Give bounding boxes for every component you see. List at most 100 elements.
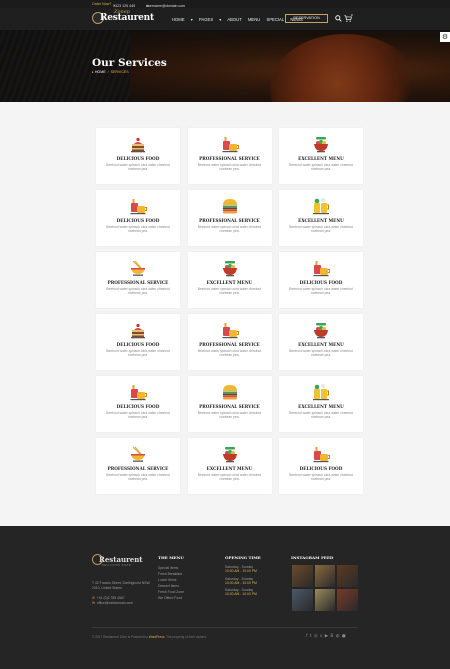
nav-item-pages[interactable]: PAGES ▾ [199, 17, 221, 22]
cart-count: 0 [351, 13, 353, 17]
service-card-description: Beetroot water spinach okra water chestn… [106, 473, 170, 482]
service-card-description: Beetroot water spinach okra water chestn… [197, 473, 262, 482]
copyright: © 2017 Restaurent Zone is Powered by Wor… [92, 635, 206, 639]
main-navigation: Restaurent Zonep HOME ▾ PAGES ▾ ABOUT ME… [0, 8, 450, 30]
service-card: DELICIOUS FOOD Beetroot water spinach okr… [96, 128, 180, 184]
breadcrumb-home-icon: ▸ [92, 70, 94, 74]
reservation-button[interactable]: RESERVATION [285, 14, 328, 23]
footer-email-text: office@webdomain.com [96, 601, 134, 606]
service-card: PROFESSIONAL SERVICE Beetroot water spina… [187, 376, 272, 432]
instagram-thumbnail[interactable] [336, 588, 359, 612]
footer-logo[interactable]: Restaurent DELICIOUS FOOD [92, 554, 143, 568]
drinks-icon [313, 447, 330, 463]
service-card-title: PROFESSIONAL SERVICE [199, 404, 260, 409]
logo-script: Zonep [114, 9, 130, 15]
service-card-title: DELICIOUS FOOD [116, 156, 160, 161]
beer-icon [313, 384, 329, 401]
footer-menu-item[interactable]: We Offerd Food [158, 595, 184, 601]
instagram-thumbnail[interactable] [291, 564, 314, 588]
beer-icon [313, 198, 329, 215]
service-card-description: Beetroot water spinach okra water chestn… [197, 411, 262, 420]
service-card: DELICIOUS FOOD Beetroot water spinach okr… [96, 190, 180, 246]
nav-item-label: HOME [172, 17, 185, 22]
nav-item-home[interactable]: HOME ▾ [172, 17, 193, 22]
nav-item-special[interactable]: SPECIAL [266, 17, 284, 22]
service-card: DELICIOUS FOOD Beetroot water spinach okr… [279, 438, 363, 494]
footer-menu-title: THE MENU [158, 555, 184, 560]
breadcrumb-separator: / [107, 70, 109, 74]
search-icon[interactable] [335, 15, 342, 22]
cake-icon [131, 323, 145, 339]
footer-logo-tagline: DELICIOUS FOOD [102, 564, 132, 567]
drinks-icon [222, 137, 239, 153]
salad-bowl-icon [314, 137, 328, 153]
phone-icon: ✆ [92, 596, 95, 600]
footer-divider [92, 627, 358, 628]
service-card-description: Beetroot water spinach okra water chestn… [197, 287, 262, 296]
footer-menu-list: Special Items Fresh Breakfast Lunch Item… [158, 565, 184, 601]
order-now-label: Order Now? [92, 2, 112, 6]
service-card-title: PROFESSIONAL SERVICE [107, 466, 169, 471]
drinks-icon [130, 199, 147, 215]
breadcrumb: ▸ HOME / SERVICES [92, 70, 129, 74]
service-card: PROFESSIONAL SERVICE Beetroot water spina… [187, 190, 272, 246]
footer-hours: Saturday - Sunday 10:00 AM - 10:00 PM Sa… [225, 565, 257, 597]
service-card-title: EXCELLENT MENU [298, 404, 344, 409]
service-card: PROFESSIONAL SERVICE Beetroot water spina… [96, 252, 180, 308]
top-bar: Order Now? ✆ +123 125 445 ✉ username@domai… [0, 0, 450, 8]
footer-hours-title: OPENING TIME [225, 555, 261, 560]
service-card-description: Beetroot water spinach okra water chestn… [197, 163, 262, 172]
service-card-description: Beetroot water spinach okra water chestn… [106, 163, 170, 172]
instagram-thumbnail[interactable] [336, 564, 359, 588]
hours-time: 10:00 AM - 10:00 PM [225, 592, 257, 597]
service-card: EXCELLENT MENU Beetroot water spinach okr… [279, 190, 363, 246]
service-card-title: DELICIOUS FOOD [116, 218, 160, 223]
service-card-description: Beetroot water spinach okra water chestn… [289, 225, 353, 234]
service-card: EXCELLENT MENU Beetroot water spinach okr… [279, 376, 363, 432]
copyright-tail: . The property of their owners [164, 635, 207, 639]
salad-bowl-icon [222, 261, 237, 277]
instagram-thumbnail[interactable] [291, 588, 314, 612]
service-card-title: EXCELLENT MENU [298, 342, 344, 347]
drinks-icon [222, 323, 239, 339]
drinks-icon [130, 385, 147, 401]
service-card-description: Beetroot water spinach okra water chestn… [289, 411, 353, 420]
footer-email[interactable]: ✉ office@webdomain.com [92, 601, 133, 606]
service-card: PROFESSIONAL SERVICE Beetroot water spina… [96, 438, 180, 494]
page-hero-banner: Our Services ▸ HOME / SERVICES [0, 30, 450, 102]
nav-item-about[interactable]: ABOUT [227, 17, 241, 22]
service-card-description: Beetroot water spinach okra water chestn… [106, 411, 170, 420]
service-card-description: Beetroot water spinach okra water chestn… [106, 225, 170, 234]
service-card-description: Beetroot water spinach okra water chestn… [289, 287, 353, 296]
footer-instagram-title: INSTAGRAM FEED [291, 555, 334, 560]
nav-item-menu[interactable]: MENU [248, 17, 260, 22]
cake-icon [131, 137, 145, 153]
service-card-title: DELICIOUS FOOD [116, 342, 160, 347]
noodles-icon [131, 446, 145, 462]
breadcrumb-current: SERVICES [110, 70, 129, 74]
settings-gear-icon[interactable]: ⚙ [440, 32, 450, 42]
salad-bowl-icon [222, 447, 237, 463]
instagram-thumbnail[interactable] [313, 588, 337, 612]
service-card-title: PROFESSIONAL SERVICE [199, 156, 260, 161]
noodles-icon [131, 260, 145, 276]
hours-time: 10:00 AM - 10:00 PM [225, 569, 257, 574]
hours-time: 10:00 AM - 10:00 PM [225, 580, 257, 585]
service-card: DELICIOUS FOOD Beetroot water spinach okr… [96, 376, 180, 432]
service-card-title: PROFESSIONAL SERVICE [199, 218, 260, 223]
service-card: DELICIOUS FOOD Beetroot water spinach okr… [279, 252, 363, 308]
service-card-description: Beetroot water spinach okra water chestn… [289, 473, 353, 482]
github-icon[interactable]: ● [342, 634, 348, 639]
service-card-description: Beetroot water spinach okra water chestn… [106, 287, 170, 296]
service-card-title: PROFESSIONAL SERVICE [107, 280, 169, 285]
copyright-brand-link[interactable]: WordPress [149, 635, 165, 639]
instagram-thumbnail[interactable] [313, 564, 337, 588]
service-card-title: DELICIOUS FOOD [299, 280, 343, 285]
service-card-title: PROFESSIONAL SERVICE [199, 342, 260, 347]
service-card-title: EXCELLENT MENU [298, 218, 344, 223]
service-card: EXCELLENT MENU Beetroot water spinach okr… [187, 252, 272, 308]
nav-item-label: PAGES [199, 17, 214, 22]
site-logo[interactable]: Restaurent Zonep [92, 9, 154, 27]
service-card: PROFESSIONAL SERVICE Beetroot water spina… [187, 128, 272, 184]
breadcrumb-home[interactable]: HOME [95, 70, 106, 74]
